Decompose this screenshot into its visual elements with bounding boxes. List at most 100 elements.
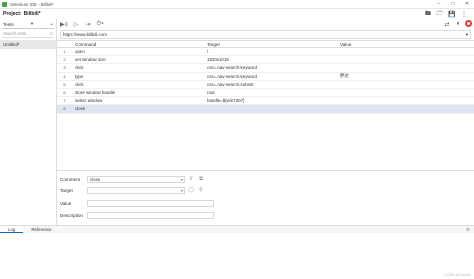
row-number: 8: [63, 106, 66, 112]
search-input[interactable]: Search tests...: [3, 31, 30, 36]
run-all-icon[interactable]: ▶≡: [60, 20, 68, 28]
log-area: CSDN @Ubuntu: [0, 233, 474, 279]
run-test-icon[interactable]: ▷: [72, 20, 80, 28]
row-command: store window handle: [75, 90, 116, 96]
description-row: Description: [60, 211, 214, 219]
table-header: Command Target Value: [57, 40, 474, 48]
target-row: Target ▾ ◯ ⚲: [60, 186, 205, 194]
watermark: CSDN @Ubuntu: [444, 273, 471, 277]
commands-table: Command Target Value 1 open / 2 set window s…: [57, 40, 474, 114]
app-icon: [2, 1, 7, 7]
pause-on-exceptions-icon[interactable]: ⏸: [454, 20, 462, 28]
row-target: root: [207, 90, 215, 96]
row-number: 7: [63, 98, 66, 104]
step-icon[interactable]: ⇥: [84, 20, 92, 28]
row-number: 3: [63, 65, 66, 71]
description-label: Description: [60, 212, 83, 218]
close-window-icon[interactable]: ✕: [460, 0, 474, 9]
select-target-icon[interactable]: ◯: [187, 186, 195, 194]
toolbar: ▶≡ ▷ ⇥ ⏱▾ ⇄ ⏸: [57, 19, 474, 29]
target-field[interactable]: ▾: [87, 186, 185, 194]
chevron-down-icon[interactable]: ▾: [181, 188, 183, 193]
save-project-icon[interactable]: 💾: [448, 10, 456, 18]
open-project-icon[interactable]: 🗁: [436, 10, 444, 18]
comment-icon[interactable]: //: [187, 175, 195, 183]
row-target: handle=${win7307}: [207, 98, 245, 104]
record-icon: [467, 22, 470, 25]
project-bar: Project: Bilibili* 🖿 🗁 💾 ⋮: [0, 9, 474, 19]
target-label: Target: [60, 187, 73, 193]
project-actions: 🖿 🗁 💾 ⋮: [424, 10, 468, 18]
project-label: Project:: [3, 11, 22, 17]
row-command: select window: [75, 98, 103, 104]
row-command: open: [75, 49, 85, 55]
record-button[interactable]: [465, 20, 472, 27]
row-number: 1: [63, 49, 66, 55]
add-test-icon[interactable]: +: [50, 22, 53, 27]
row-target: 1920x1019: [207, 57, 229, 63]
maximize-icon[interactable]: □: [446, 0, 460, 9]
command-input[interactable]: close: [90, 177, 100, 182]
more-icon[interactable]: ⋮: [460, 10, 468, 18]
col-value: Value: [340, 41, 352, 47]
disable-breakpoints-icon[interactable]: ⇄: [443, 20, 451, 28]
description-field[interactable]: [87, 211, 214, 219]
tab-reference[interactable]: Reference: [23, 226, 59, 233]
chevron-down-icon[interactable]: ▾: [181, 177, 183, 182]
chevron-down-icon: ▾: [30, 21, 34, 26]
row-command: type: [75, 73, 84, 79]
find-target-icon[interactable]: ⚲: [197, 186, 205, 194]
window-controls: – □ ✕: [432, 0, 474, 9]
sidebar-item-test[interactable]: Untitled*: [0, 40, 56, 49]
value-row: Value: [60, 199, 214, 207]
table-row[interactable]: 5 click css=.nav-search-submit: [57, 81, 474, 89]
col-command: Command: [75, 41, 97, 47]
command-field[interactable]: close ▾: [87, 175, 185, 183]
tests-dropdown-label: Tests: [3, 21, 14, 27]
table-row[interactable]: 4 type css=.nav-search-keyword 胖达: [57, 73, 474, 81]
selenium-ide-window: Selenium IDE - Bilibili* – □ ✕ Project: …: [0, 0, 474, 279]
tests-dropdown[interactable]: Tests ▾ +: [2, 20, 54, 29]
value-label: Value: [60, 200, 72, 206]
value-field[interactable]: [87, 199, 214, 207]
open-reference-icon[interactable]: ⧉: [197, 175, 205, 183]
command-label: Comment: [60, 176, 80, 182]
table-row[interactable]: 2 set window size 1920x1019: [57, 56, 474, 65]
search-icon: ⚲: [49, 31, 53, 36]
table-row[interactable]: 8 close: [57, 105, 474, 114]
row-target: css=.nav-search-keyword: [207, 73, 257, 79]
window-title: Selenium IDE - Bilibili*: [10, 1, 54, 7]
row-number: 6: [63, 90, 66, 96]
search-tests[interactable]: Search tests... ⚲: [2, 30, 54, 38]
new-project-icon[interactable]: 🖿: [424, 10, 432, 18]
table-row[interactable]: 1 open /: [57, 48, 474, 57]
row-number: 5: [63, 81, 66, 87]
chevron-down-icon[interactable]: ▾: [466, 32, 468, 38]
minimize-icon[interactable]: –: [432, 0, 446, 9]
row-number: 4: [63, 73, 66, 79]
command-row: Comment close ▾ // ⧉: [60, 175, 205, 183]
speed-icon[interactable]: ⏱▾: [96, 20, 104, 28]
table-row[interactable]: 3 click css=.nav-search-keyword: [57, 64, 474, 73]
row-number: 2: [63, 57, 66, 63]
log-tabs: Log Reference ⊘: [0, 225, 474, 233]
toolbar-right: ⇄ ⏸: [443, 20, 472, 28]
test-name: Untitled*: [3, 42, 20, 47]
base-url-field[interactable]: https://www.bilibili.com ▾: [60, 30, 471, 39]
tests-sidebar: Tests ▾ + Search tests... ⚲ Untitled*: [0, 19, 57, 225]
table-row[interactable]: 6 store window handle root: [57, 89, 474, 98]
row-command: close: [75, 106, 86, 112]
row-target: css=.nav-search-keyword: [207, 65, 257, 71]
base-url-input[interactable]: https://www.bilibili.com: [63, 32, 107, 37]
row-value: 胖达: [340, 73, 349, 79]
project-name[interactable]: Bilibili*: [24, 11, 41, 17]
row-target: css=.nav-search-submit: [207, 81, 254, 87]
tab-log[interactable]: Log: [0, 226, 24, 233]
table-body: 1 open / 2 set window size 1920x1019 3 click css…: [57, 48, 474, 114]
table-row[interactable]: 7 select window handle=${win7307}: [57, 97, 474, 106]
row-command: click: [75, 81, 84, 87]
row-target: /: [207, 49, 209, 55]
row-command: set window size: [75, 57, 106, 63]
clear-log-icon[interactable]: ⊘: [466, 227, 470, 233]
command-editor: Comment close ▾ // ⧉ Target ▾ ◯ ⚲ Value …: [57, 170, 474, 225]
